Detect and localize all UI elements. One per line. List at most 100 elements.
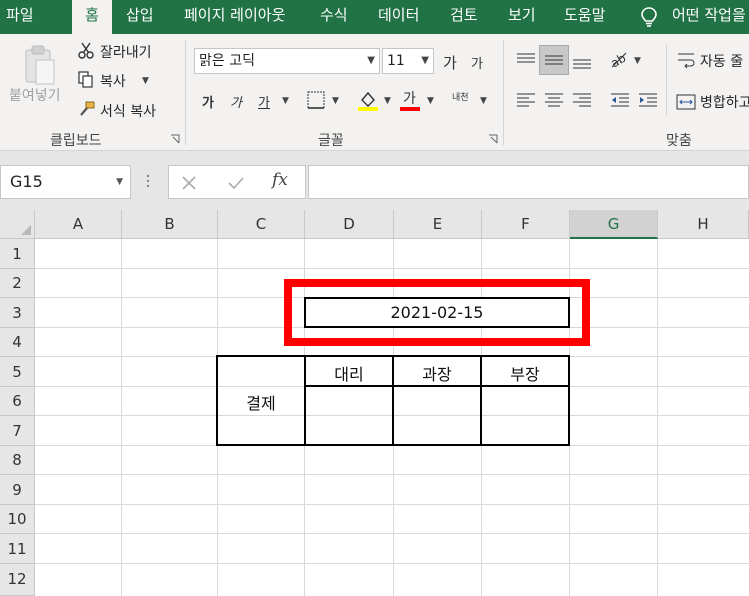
copy-label[interactable]: 복사 — [100, 71, 126, 91]
chevron-down-icon[interactable]: ▼ — [116, 166, 123, 198]
format-painter-label[interactable]: 서식 복사 — [100, 101, 156, 121]
row-header[interactable]: 3 — [0, 298, 35, 328]
decrease-indent-icon[interactable] — [608, 90, 632, 110]
column-header-selected[interactable]: G — [570, 210, 658, 239]
divider — [185, 40, 186, 145]
deputy-label[interactable]: 대리 — [306, 361, 392, 385]
row-header[interactable]: 4 — [0, 328, 35, 357]
chevron-down-icon: ▼ — [367, 55, 375, 66]
align-center-icon[interactable] — [542, 90, 566, 110]
font-color-button[interactable]: 가 — [403, 88, 416, 108]
shrink-font-button[interactable]: 가 — [471, 53, 483, 72]
approval-label[interactable]: 결제 — [218, 390, 304, 414]
divider — [666, 44, 667, 116]
format-painter-icon[interactable] — [78, 100, 96, 118]
paste-icon[interactable] — [22, 44, 58, 88]
column-header[interactable]: F — [482, 210, 570, 239]
wrap-text-label[interactable]: 자동 줄 — [700, 51, 743, 71]
align-top-icon[interactable] — [514, 50, 538, 70]
borders-dropdown-icon[interactable]: ▼ — [332, 96, 339, 106]
font-color-swatch — [400, 107, 420, 111]
orientation-dropdown-icon[interactable]: ▼ — [634, 56, 641, 66]
formula-input[interactable] — [308, 165, 749, 199]
lightbulb-icon[interactable] — [640, 6, 658, 28]
clipboard-launcher-icon[interactable] — [170, 134, 180, 144]
gridline — [35, 474, 749, 475]
tab-home[interactable]: 홈 — [72, 0, 112, 34]
row-header[interactable]: 2 — [0, 269, 35, 298]
gridline — [35, 268, 749, 269]
cut-label[interactable]: 잘라내기 — [100, 42, 152, 62]
select-all-button[interactable] — [0, 210, 35, 239]
row-header[interactable]: 8 — [0, 446, 35, 475]
column-header[interactable]: A — [35, 210, 122, 239]
wrap-text-icon[interactable] — [676, 50, 696, 70]
merge-center-icon[interactable] — [676, 92, 696, 112]
chevron-down-icon: ▼ — [421, 55, 429, 66]
row-header[interactable]: 10 — [0, 505, 35, 534]
tab-help[interactable]: 도움말 — [564, 0, 605, 34]
tab-review[interactable]: 검토 — [450, 0, 478, 34]
cancel-icon[interactable] — [181, 175, 197, 191]
column-header[interactable]: H — [658, 210, 749, 239]
borders-icon[interactable] — [306, 90, 326, 110]
manager-label[interactable]: 과장 — [394, 361, 480, 385]
bold-button[interactable]: 가 — [202, 92, 214, 111]
tab-data[interactable]: 데이터 — [378, 0, 419, 34]
director-label[interactable]: 부장 — [482, 361, 568, 385]
phonetic-dropdown-icon[interactable]: ▼ — [480, 96, 487, 106]
font-size-value: 11 — [387, 53, 405, 69]
align-bottom-icon[interactable] — [570, 52, 594, 72]
underline-button[interactable]: 가 — [258, 92, 270, 111]
tab-insert[interactable]: 삽입 — [126, 0, 154, 34]
tab-formulas[interactable]: 수식 — [320, 0, 348, 34]
column-header[interactable]: C — [218, 210, 305, 239]
row-header[interactable]: 12 — [0, 564, 35, 596]
drag-handle-icon[interactable] — [145, 173, 151, 189]
font-name-combo[interactable]: 맑은 고딕 ▼ — [194, 48, 380, 74]
merge-center-label[interactable]: 병합하고 — [700, 92, 749, 112]
fill-color-icon[interactable] — [356, 88, 380, 112]
row-header[interactable]: 7 — [0, 416, 35, 446]
increase-indent-icon[interactable] — [636, 90, 660, 110]
font-size-combo[interactable]: 11 ▼ — [382, 48, 434, 74]
italic-button[interactable]: 가 — [230, 92, 242, 111]
worksheet-grid[interactable]: A B C D E F G H 1 2 3 4 5 6 7 8 9 10 11 … — [0, 210, 749, 596]
font-group-label: 글꼴 — [318, 133, 344, 149]
phonetic-button[interactable]: 내천 — [452, 90, 469, 103]
font-name-value: 맑은 고딕 — [199, 53, 255, 69]
fill-color-dropdown-icon[interactable]: ▼ — [384, 96, 391, 106]
align-left-icon[interactable] — [514, 90, 538, 110]
copy-dropdown-icon[interactable]: ▼ — [142, 76, 149, 86]
table-border — [304, 385, 570, 387]
column-header[interactable]: E — [394, 210, 482, 239]
scissors-icon[interactable] — [78, 42, 94, 60]
tell-me-search[interactable]: 어떤 작업을 — [672, 0, 746, 34]
column-header[interactable]: B — [122, 210, 218, 239]
underline-dropdown-icon[interactable]: ▼ — [282, 96, 289, 106]
grow-font-button[interactable]: 가 — [443, 52, 457, 73]
insert-function-button[interactable]: fx — [272, 170, 288, 190]
row-header[interactable]: 9 — [0, 475, 35, 505]
name-box-value: G15 — [10, 172, 43, 191]
orientation-icon[interactable]: ab — [608, 48, 630, 70]
clipboard-group-label: 클립보드 — [50, 133, 102, 149]
font-launcher-icon[interactable] — [488, 134, 498, 144]
row-header[interactable]: 11 — [0, 534, 35, 564]
row-header[interactable]: 1 — [0, 239, 35, 269]
divider — [503, 40, 504, 145]
enter-check-icon[interactable] — [227, 175, 245, 191]
tab-view[interactable]: 보기 — [508, 0, 536, 34]
tab-file[interactable]: 파일 — [6, 0, 46, 34]
copy-icon[interactable] — [78, 71, 94, 89]
font-color-dropdown-icon[interactable]: ▼ — [427, 96, 434, 106]
align-right-icon[interactable] — [570, 90, 594, 110]
paste-label[interactable]: 붙여넣기 — [9, 85, 61, 105]
row-header[interactable]: 5 — [0, 357, 35, 387]
tab-page-layout[interactable]: 페이지 레이아웃 — [184, 0, 285, 34]
row-header[interactable]: 6 — [0, 387, 35, 416]
name-box[interactable]: G15 ▼ — [0, 165, 131, 199]
align-middle-button[interactable] — [539, 45, 569, 75]
column-header[interactable]: D — [305, 210, 394, 239]
align-middle-icon — [545, 55, 563, 65]
